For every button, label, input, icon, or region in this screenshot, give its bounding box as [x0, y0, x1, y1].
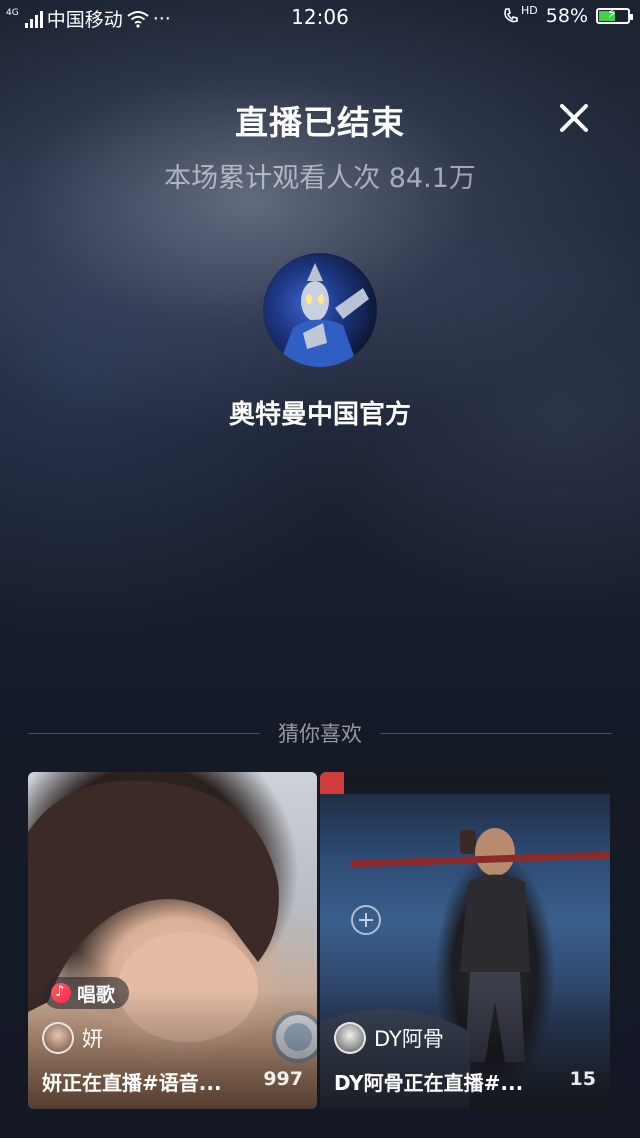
hd-label: HD	[521, 3, 538, 17]
card-user: 妍	[42, 1022, 103, 1054]
close-icon	[560, 104, 588, 132]
battery-percent: 58%	[545, 5, 588, 27]
category-tag: 唱歌	[43, 977, 130, 1009]
hd-call-icon: HD	[502, 3, 538, 25]
host-avatar[interactable]	[263, 253, 377, 367]
music-note-icon	[51, 982, 71, 1003]
status-right: HD 58% ⚡	[502, 3, 633, 27]
viewer-count-text: 本场累计观看人次 84.1万	[164, 163, 476, 194]
card-viewer-count: 15	[569, 1068, 596, 1090]
recommend-label: 猜你喜欢	[278, 722, 362, 746]
card-caption: DY阿骨正在直播#...	[334, 1071, 524, 1095]
category-tag-label: 唱歌	[77, 983, 116, 1006]
card-viewer-count: 997	[263, 1068, 303, 1090]
live-card[interactable]: DY阿骨 DY阿骨正在直播#... 15	[320, 772, 610, 1109]
live-card[interactable]: 唱歌 妍 妍正在直播#语音... 997	[28, 772, 317, 1109]
avatar	[334, 1022, 366, 1054]
host-name[interactable]: 奥特曼中国官方	[0, 394, 640, 431]
card-user-name: 妍	[82, 1027, 103, 1051]
avatar	[42, 1022, 74, 1054]
recommend-divider: 猜你喜欢	[28, 718, 612, 748]
battery-icon: ⚡	[596, 6, 633, 24]
card-caption: 妍正在直播#语音...	[42, 1071, 222, 1095]
close-button[interactable]	[552, 96, 596, 140]
status-bar: 4G 中国移动 ··· 12:06 HD 58% ⚡	[0, 0, 640, 34]
card-user: DY阿骨	[334, 1022, 444, 1054]
card-user-name: DY阿骨	[374, 1027, 444, 1051]
page-title: 直播已结束	[235, 103, 405, 142]
